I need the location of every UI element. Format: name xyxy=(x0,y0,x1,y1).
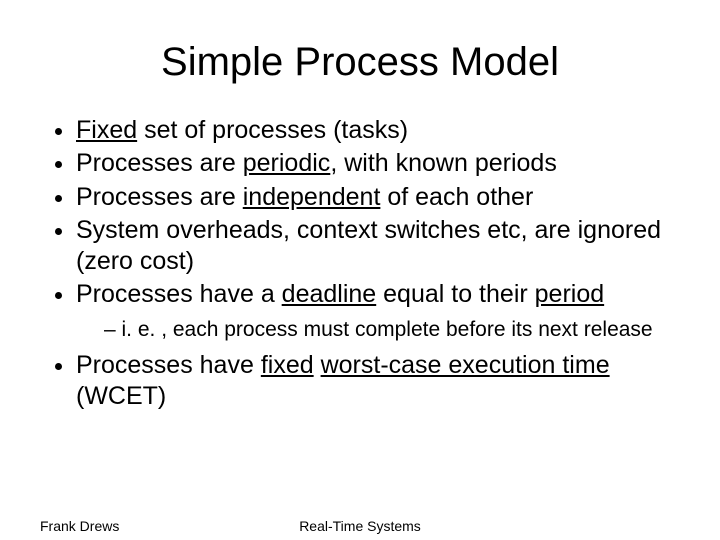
text: (WCET) xyxy=(76,382,166,410)
text: Processes have xyxy=(76,351,261,379)
text: set of processes (tasks) xyxy=(137,116,408,144)
text: Processes have a xyxy=(76,280,282,308)
footer-title: Real-Time Systems xyxy=(40,518,680,534)
text xyxy=(314,351,321,379)
underline-text: period xyxy=(535,280,605,308)
text: System overheads, context switches etc, … xyxy=(76,216,661,275)
list-item: Processes are periodic, with known perio… xyxy=(76,148,680,179)
underline-text: Fixed xyxy=(76,116,137,144)
text: Processes are xyxy=(76,183,243,211)
bullet-list: Fixed set of processes (tasks) Processes… xyxy=(40,115,680,412)
underline-text: periodic xyxy=(243,149,331,177)
sub-list-item: i. e. , each process must complete befor… xyxy=(104,317,680,342)
text: of each other xyxy=(380,183,533,211)
text: equal to their xyxy=(376,280,534,308)
slide-title: Simple Process Model xyxy=(40,40,680,85)
underline-text: deadline xyxy=(282,280,377,308)
text: Processes are xyxy=(76,149,243,177)
underline-text: worst-case execution time xyxy=(321,351,610,379)
text: , with known periods xyxy=(330,149,557,177)
list-item: Fixed set of processes (tasks) xyxy=(76,115,680,146)
list-item: System overheads, context switches etc, … xyxy=(76,215,680,278)
list-item: Processes have fixed worst-case executio… xyxy=(76,350,680,413)
underline-text: fixed xyxy=(261,351,314,379)
text: i. e. , each process must complete befor… xyxy=(122,318,653,341)
list-item: Processes are independent of each other xyxy=(76,182,680,213)
list-item: Processes have a deadline equal to their… xyxy=(76,279,680,341)
underline-text: independent xyxy=(243,183,381,211)
sub-list: i. e. , each process must complete befor… xyxy=(76,317,680,342)
slide: Simple Process Model Fixed set of proces… xyxy=(0,0,720,540)
